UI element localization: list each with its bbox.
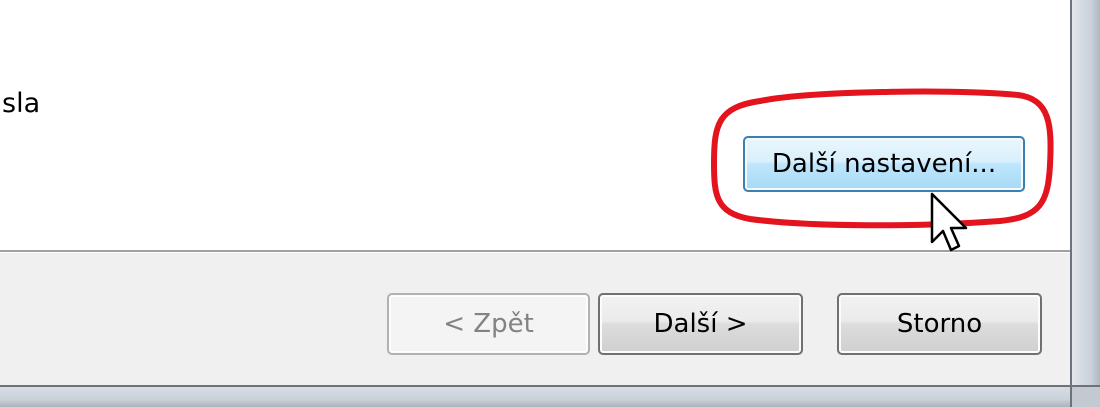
window-frame-bottom xyxy=(0,385,1100,407)
window-resize-corner[interactable] xyxy=(1070,385,1100,407)
option-label: sla xyxy=(2,88,41,119)
cancel-button[interactable]: Storno xyxy=(837,293,1042,355)
back-button[interactable]: < Zpět xyxy=(387,293,590,355)
wizard-dialog: sla Další nastavení... < Zpět Další > St… xyxy=(0,0,1100,407)
next-button[interactable]: Další > xyxy=(598,293,803,355)
more-settings-button[interactable]: Další nastavení... xyxy=(743,136,1025,192)
window-frame-right xyxy=(1070,0,1100,407)
wizard-content-panel: sla Další nastavení... xyxy=(0,0,1070,250)
